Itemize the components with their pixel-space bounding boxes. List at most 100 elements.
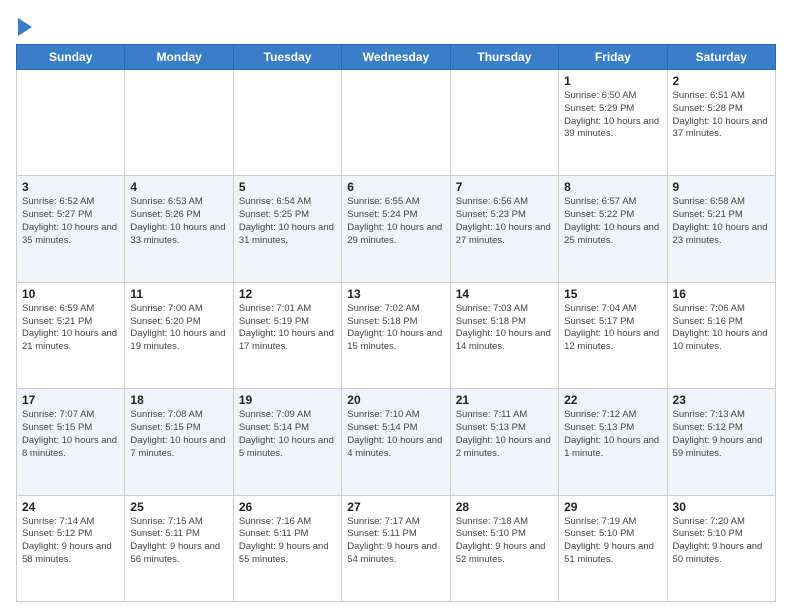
cell-text: Sunrise: 7:19 AM Sunset: 5:10 PM Dayligh… [564,516,661,567]
day-number: 12 [239,287,336,301]
calendar-cell: 22 Sunrise: 7:12 AM Sunset: 5:13 PM Dayli… [559,389,667,495]
cell-text: Sunrise: 6:54 AM Sunset: 5:25 PM Dayligh… [239,196,336,247]
weekday-header: Monday [125,45,233,70]
day-number: 18 [130,393,227,407]
day-number: 7 [456,180,553,194]
cell-text: Sunrise: 7:12 AM Sunset: 5:13 PM Dayligh… [564,409,661,460]
calendar-cell: 17 Sunrise: 7:07 AM Sunset: 5:15 PM Dayli… [17,389,125,495]
calendar-cell: 7 Sunrise: 6:56 AM Sunset: 5:23 PM Daylig… [450,176,558,282]
calendar-week-row: 17 Sunrise: 7:07 AM Sunset: 5:15 PM Dayli… [17,389,776,495]
cell-text: Sunrise: 7:16 AM Sunset: 5:11 PM Dayligh… [239,516,336,567]
cell-text: Sunrise: 7:06 AM Sunset: 5:16 PM Dayligh… [673,303,770,354]
cell-text: Sunrise: 6:51 AM Sunset: 5:28 PM Dayligh… [673,90,770,141]
calendar-cell: 12 Sunrise: 7:01 AM Sunset: 5:19 PM Dayli… [233,282,341,388]
day-number: 10 [22,287,119,301]
day-number: 4 [130,180,227,194]
cell-text: Sunrise: 7:13 AM Sunset: 5:12 PM Dayligh… [673,409,770,460]
calendar-cell: 15 Sunrise: 7:04 AM Sunset: 5:17 PM Dayli… [559,282,667,388]
day-number: 30 [673,500,770,514]
calendar-cell: 23 Sunrise: 7:13 AM Sunset: 5:12 PM Dayli… [667,389,775,495]
cell-text: Sunrise: 6:53 AM Sunset: 5:26 PM Dayligh… [130,196,227,247]
day-number: 29 [564,500,661,514]
cell-text: Sunrise: 6:57 AM Sunset: 5:22 PM Dayligh… [564,196,661,247]
day-number: 20 [347,393,444,407]
calendar-body: 1 Sunrise: 6:50 AM Sunset: 5:29 PM Daylig… [17,70,776,602]
cell-text: Sunrise: 7:10 AM Sunset: 5:14 PM Dayligh… [347,409,444,460]
calendar-week-row: 1 Sunrise: 6:50 AM Sunset: 5:29 PM Daylig… [17,70,776,176]
day-number: 28 [456,500,553,514]
cell-text: Sunrise: 7:20 AM Sunset: 5:10 PM Dayligh… [673,516,770,567]
calendar-cell: 28 Sunrise: 7:18 AM Sunset: 5:10 PM Dayli… [450,495,558,601]
cell-text: Sunrise: 6:55 AM Sunset: 5:24 PM Dayligh… [347,196,444,247]
day-number: 17 [22,393,119,407]
calendar-cell: 11 Sunrise: 7:00 AM Sunset: 5:20 PM Dayli… [125,282,233,388]
day-number: 24 [22,500,119,514]
weekday-header: Saturday [667,45,775,70]
calendar-week-row: 10 Sunrise: 6:59 AM Sunset: 5:21 PM Dayli… [17,282,776,388]
calendar-cell: 26 Sunrise: 7:16 AM Sunset: 5:11 PM Dayli… [233,495,341,601]
day-number: 26 [239,500,336,514]
calendar-cell: 13 Sunrise: 7:02 AM Sunset: 5:18 PM Dayli… [342,282,450,388]
day-number: 13 [347,287,444,301]
weekday-header: Tuesday [233,45,341,70]
cell-text: Sunrise: 6:58 AM Sunset: 5:21 PM Dayligh… [673,196,770,247]
calendar-cell [17,70,125,176]
calendar-cell: 16Sunrise: 7:06 AM Sunset: 5:16 PM Dayli… [667,282,775,388]
weekday-row: SundayMondayTuesdayWednesdayThursdayFrid… [17,45,776,70]
cell-text: Sunrise: 7:14 AM Sunset: 5:12 PM Dayligh… [22,516,119,567]
calendar-week-row: 3 Sunrise: 6:52 AM Sunset: 5:27 PM Daylig… [17,176,776,282]
day-number: 27 [347,500,444,514]
cell-text: Sunrise: 7:08 AM Sunset: 5:15 PM Dayligh… [130,409,227,460]
day-number: 25 [130,500,227,514]
calendar-week-row: 24 Sunrise: 7:14 AM Sunset: 5:12 PM Dayli… [17,495,776,601]
day-number: 8 [564,180,661,194]
calendar-cell: 25 Sunrise: 7:15 AM Sunset: 5:11 PM Dayli… [125,495,233,601]
weekday-header: Wednesday [342,45,450,70]
calendar-cell: 30 Sunrise: 7:20 AM Sunset: 5:10 PM Dayli… [667,495,775,601]
calendar-cell: 6 Sunrise: 6:55 AM Sunset: 5:24 PM Daylig… [342,176,450,282]
day-number: 2 [673,74,770,88]
day-number: 23 [673,393,770,407]
calendar-table: SundayMondayTuesdayWednesdayThursdayFrid… [16,44,776,602]
cell-text: Sunrise: 6:59 AM Sunset: 5:21 PM Dayligh… [22,303,119,354]
calendar-cell: 1 Sunrise: 6:50 AM Sunset: 5:29 PM Daylig… [559,70,667,176]
cell-text: Sunrise: 7:02 AM Sunset: 5:18 PM Dayligh… [347,303,444,354]
calendar-cell: 21Sunrise: 7:11 AM Sunset: 5:13 PM Dayli… [450,389,558,495]
cell-text: Sunrise: 7:15 AM Sunset: 5:11 PM Dayligh… [130,516,227,567]
calendar-cell: 20 Sunrise: 7:10 AM Sunset: 5:14 PM Dayli… [342,389,450,495]
day-number: 15 [564,287,661,301]
calendar-cell [233,70,341,176]
cell-text: Sunrise: 7:09 AM Sunset: 5:14 PM Dayligh… [239,409,336,460]
logo [16,16,32,36]
calendar-cell: 24 Sunrise: 7:14 AM Sunset: 5:12 PM Dayli… [17,495,125,601]
logo-arrow-icon [18,18,32,36]
calendar-cell: 2 Sunrise: 6:51 AM Sunset: 5:28 PM Daylig… [667,70,775,176]
calendar-cell [342,70,450,176]
calendar-cell: 3 Sunrise: 6:52 AM Sunset: 5:27 PM Daylig… [17,176,125,282]
cell-text: Sunrise: 7:04 AM Sunset: 5:17 PM Dayligh… [564,303,661,354]
calendar-cell: 27Sunrise: 7:17 AM Sunset: 5:11 PM Dayli… [342,495,450,601]
calendar-cell [125,70,233,176]
day-number: 6 [347,180,444,194]
cell-text: Sunrise: 6:52 AM Sunset: 5:27 PM Dayligh… [22,196,119,247]
day-number: 5 [239,180,336,194]
calendar-cell [450,70,558,176]
weekday-header: Sunday [17,45,125,70]
cell-text: Sunrise: 6:56 AM Sunset: 5:23 PM Dayligh… [456,196,553,247]
cell-text: Sunrise: 7:00 AM Sunset: 5:20 PM Dayligh… [130,303,227,354]
calendar-header: SundayMondayTuesdayWednesdayThursdayFrid… [17,45,776,70]
day-number: 22 [564,393,661,407]
cell-text: Sunrise: 7:18 AM Sunset: 5:10 PM Dayligh… [456,516,553,567]
cell-text: Sunrise: 7:07 AM Sunset: 5:15 PM Dayligh… [22,409,119,460]
cell-text: Sunrise: 7:01 AM Sunset: 5:19 PM Dayligh… [239,303,336,354]
day-number: 3 [22,180,119,194]
day-number: 1 [564,74,661,88]
calendar-cell: 5 Sunrise: 6:54 AM Sunset: 5:25 PM Daylig… [233,176,341,282]
page: SundayMondayTuesdayWednesdayThursdayFrid… [0,0,792,612]
calendar-cell: 10 Sunrise: 6:59 AM Sunset: 5:21 PM Dayli… [17,282,125,388]
day-number: 14 [456,287,553,301]
day-number: 11 [130,287,227,301]
calendar-cell: 8 Sunrise: 6:57 AM Sunset: 5:22 PM Daylig… [559,176,667,282]
cell-text: Sunrise: 6:50 AM Sunset: 5:29 PM Dayligh… [564,90,661,141]
calendar-cell: 29 Sunrise: 7:19 AM Sunset: 5:10 PM Dayli… [559,495,667,601]
